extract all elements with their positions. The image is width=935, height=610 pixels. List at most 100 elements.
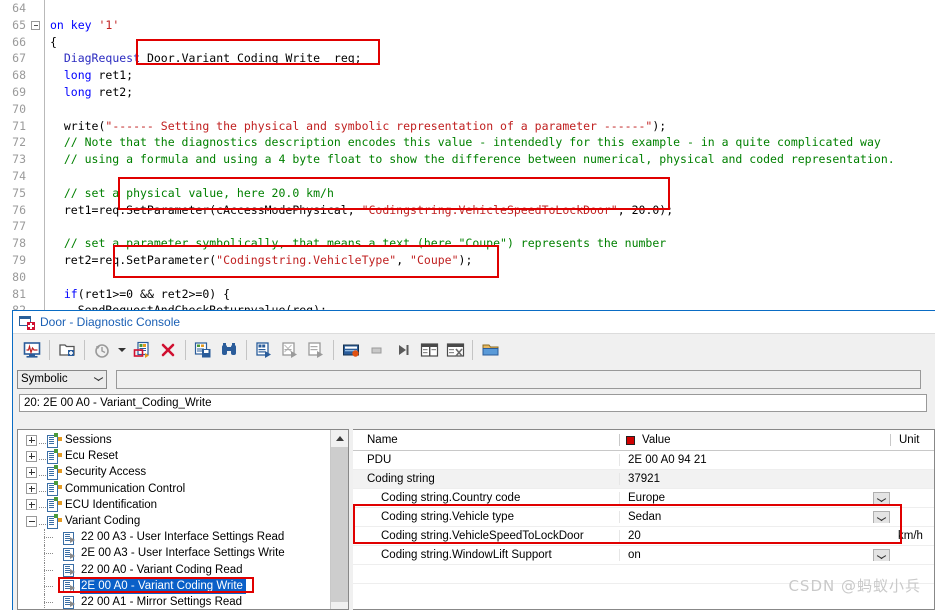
stop-icon (371, 347, 382, 354)
grid-cell-value[interactable]: 2E 00 A0 94 21 (619, 454, 890, 466)
grid-cell-value[interactable]: 20 (619, 530, 890, 542)
code-editor[interactable]: 64 65 on key '1' 66 {67 DiagRequest Door.Var… (0, 0, 935, 312)
tree-node[interactable]: 22 00 A1 - Mirror Settings Read (18, 593, 348, 609)
grid-row[interactable]: Coding string.Vehicle type Sedan (353, 508, 934, 527)
tree-node[interactable]: Sessions (18, 432, 348, 448)
grid-cell-value[interactable]: 37921 (619, 473, 890, 485)
grid-row[interactable]: Coding string.WindowLift Support on (353, 546, 934, 565)
delete-x-icon (161, 343, 175, 357)
tree-node[interactable]: 22 00 A0 - Variant Coding Read (18, 561, 348, 578)
value-dropdown-button[interactable] (873, 511, 890, 523)
edit-request-icon (133, 341, 149, 358)
diag-request-icon (62, 563, 75, 578)
code-line: 72 // Note that the diagnostics descript… (0, 134, 935, 151)
line-number: 78 (12, 236, 26, 251)
tree-node[interactable]: Variant Coding (18, 513, 348, 529)
tree-node-label: 22 00 A1 - Mirror Settings Read (81, 595, 243, 608)
tree-scroll-up-button[interactable] (331, 430, 348, 447)
grid-header-unit[interactable]: Unit (890, 434, 934, 446)
new-request-button[interactable] (54, 338, 80, 363)
tree-node[interactable]: Security Access (18, 464, 348, 480)
command-input[interactable] (116, 369, 921, 389)
console-toolbar[interactable] (13, 333, 935, 366)
grid-header-name[interactable]: Name (353, 434, 619, 446)
expand-icon[interactable] (26, 450, 37, 462)
value-dropdown-button[interactable] (873, 549, 890, 561)
value-dropdown-button[interactable] (873, 492, 890, 504)
grid-row[interactable]: Coding string.Country code Europe (353, 489, 934, 508)
grid-cell-value[interactable]: Europe (619, 492, 890, 504)
send-gray2-icon (307, 342, 323, 358)
line-number: 70 (12, 101, 26, 116)
history-button[interactable] (89, 338, 115, 363)
show-trace-button[interactable] (19, 338, 45, 363)
code-token: "------ Setting the physical and symboli… (105, 118, 653, 133)
tree-node[interactable]: 2E 00 A3 - User Interface Settings Write (18, 545, 348, 562)
tree-node-label: 2E 00 A3 - User Interface Settings Write (81, 547, 285, 560)
delete-request-button[interactable] (155, 338, 181, 363)
code-token: "Codingstring.VehicleSpeedToLockDoor" (361, 202, 618, 217)
code-line: 75 // set a physical value, here 20.0 km… (0, 185, 935, 202)
code-token: "Codingstring.VehicleType" (216, 252, 397, 267)
fold-toggle-icon[interactable] (31, 20, 40, 30)
expand-icon[interactable] (26, 466, 37, 478)
tree-node[interactable]: 2E 00 A0 - Variant Coding Write (18, 576, 348, 594)
find-button[interactable] (216, 338, 242, 363)
console-title-bar: Door - Diagnostic Console (13, 311, 935, 333)
code-token: on key (50, 17, 99, 32)
diagnostic-console-window[interactable]: Door - Diagnostic Console Symbolic 20: 2… (12, 310, 935, 610)
request-path-bar[interactable]: 20: 2E 00 A0 - Variant_Coding_Write (19, 394, 927, 412)
grid-cell-value-text: 2E 00 A0 94 21 (628, 454, 707, 466)
grid-cell-value[interactable]: Sedan (619, 511, 890, 523)
code-token: write( (50, 118, 106, 133)
code-line: 80 (0, 269, 935, 286)
code-text: long ret1; (50, 67, 133, 84)
code-line: 74 (0, 168, 935, 185)
grid-cell-unit: km/h (898, 530, 923, 542)
tree-vertical-scrollbar[interactable] (330, 430, 348, 609)
send-request-button[interactable] (251, 338, 277, 363)
send-request-gray-button[interactable] (277, 338, 303, 363)
save-request-button[interactable] (190, 338, 216, 363)
tree-scroll-thumb[interactable] (331, 447, 348, 602)
code-token: Door.Variant_Coding_Write req; (140, 51, 362, 66)
grid-row[interactable]: PDU 2E 00 A0 94 21 (353, 451, 934, 470)
expand-icon[interactable] (26, 499, 37, 511)
service-tree-list[interactable]: Sessions Ecu Reset Security Access Communic… (18, 430, 348, 609)
expand-icon[interactable] (26, 434, 37, 446)
representation-mode-select[interactable]: Symbolic (17, 369, 107, 389)
ecu-state-button[interactable] (338, 338, 364, 363)
service-tree-pane[interactable]: Sessions Ecu Reset Security Access Communic… (17, 429, 349, 610)
diag-service-icon (46, 464, 62, 480)
edit-request-button[interactable] (129, 338, 155, 363)
diag-service-icon (46, 448, 62, 464)
code-line: 69 long ret2; (0, 84, 935, 101)
grid-row[interactable]: Coding string 37921 (353, 470, 934, 489)
history-dropdown-button[interactable] (115, 338, 129, 363)
grid-cell-value[interactable]: on (619, 549, 890, 561)
code-text: { (50, 34, 57, 51)
tree-connector (39, 469, 46, 476)
tree-node[interactable]: Ecu Reset (18, 448, 348, 464)
tree-node[interactable]: ECU Identification (18, 497, 348, 513)
chevron-down-icon (877, 498, 886, 503)
step-button[interactable] (390, 338, 416, 363)
grid-header-value[interactable]: Value (619, 434, 890, 446)
stop-button[interactable] (364, 338, 390, 363)
grid-cell-name: Coding string.VehicleSpeedToLockDoor (381, 530, 584, 542)
grid-row[interactable]: Coding string.VehicleSpeedToLockDoor 20 km… (353, 527, 934, 546)
close-view-button[interactable] (442, 338, 468, 363)
code-token: ret1; (91, 68, 134, 83)
console-title: Door - Diagnostic Console (40, 315, 181, 329)
tree-node[interactable]: 22 00 A3 - User Interface Settings Read (18, 529, 348, 546)
open-folder-button[interactable] (477, 338, 503, 363)
code-token: , 20.0); (617, 202, 674, 217)
tree-node[interactable]: Communication Control (18, 481, 348, 497)
expand-icon[interactable] (26, 483, 37, 495)
code-token: ); (458, 252, 473, 267)
split-view-button[interactable] (416, 338, 442, 363)
console-mode-row[interactable]: Symbolic (13, 366, 935, 392)
code-line: 71 write("------ Setting the physical an… (0, 118, 935, 135)
collapse-icon[interactable] (26, 515, 37, 527)
send-request-gray2-button[interactable] (303, 338, 329, 363)
